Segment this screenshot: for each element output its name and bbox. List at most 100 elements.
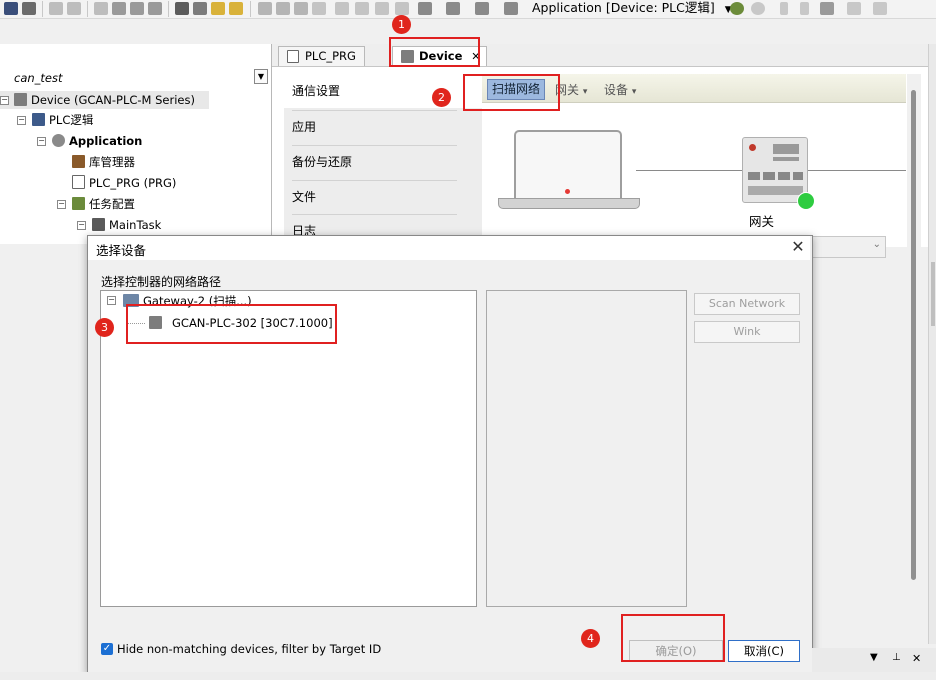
plc-logic-icon [32, 113, 45, 126]
status-strip [0, 672, 936, 680]
logout-icon[interactable] [276, 2, 290, 15]
reset-icon[interactable] [820, 2, 834, 15]
paste-icon[interactable] [130, 2, 144, 15]
annotation-badge-1: 1 [392, 15, 411, 34]
chevron-down-icon: ▾ [631, 87, 637, 97]
tree-item-task-config[interactable]: − 任务配置 [0, 195, 135, 213]
tree-item-application[interactable]: − Application [0, 132, 142, 150]
application-gear-icon [52, 134, 65, 147]
tree-item-library-manager[interactable]: 库管理器 [0, 153, 135, 171]
login-icon[interactable] [258, 2, 272, 15]
step-icon[interactable] [312, 2, 326, 15]
gateway-device-icon[interactable] [742, 137, 808, 203]
task-icon [92, 218, 105, 231]
annotation-box-ok-button [621, 614, 725, 662]
tree-item-main-task[interactable]: − MainTask [0, 216, 161, 234]
annotation-box-device-node [126, 304, 337, 344]
collapse-icon[interactable]: − [37, 137, 46, 146]
wink-button[interactable]: Wink [694, 321, 800, 343]
pin-icon[interactable]: ⊥ [892, 652, 901, 663]
devices-tree: can_test ▼ − Device (GCAN-PLC-M Series) … [0, 44, 272, 244]
layout-icon[interactable] [446, 2, 460, 15]
collapse-icon[interactable]: − [107, 296, 116, 305]
main-toolbar: Application [Device: PLC逻辑] ▼ [0, 0, 936, 19]
close-icon[interactable]: ✕ [912, 652, 921, 665]
chevron-down-icon[interactable]: ▼ [254, 69, 268, 84]
active-application-combo[interactable]: Application [Device: PLC逻辑] ▼ [532, 0, 732, 17]
build-icon[interactable] [229, 2, 243, 15]
annotation-badge-4: 4 [581, 629, 600, 648]
gateway-label: 网关 [749, 214, 775, 229]
tree-item-device[interactable]: − Device (GCAN-PLC-M Series) [0, 91, 209, 109]
laptop-base-icon [498, 198, 640, 209]
library-icon [72, 155, 85, 168]
print-icon[interactable] [22, 2, 36, 15]
annotation-badge-2: 2 [432, 88, 451, 107]
chevron-down-icon[interactable]: ▼ [870, 652, 878, 663]
device-dropdown-label: 设备 [604, 83, 629, 97]
replace-icon[interactable] [193, 2, 207, 15]
online-icon[interactable] [294, 2, 308, 15]
cut-icon[interactable] [94, 2, 108, 15]
stop-icon[interactable] [800, 2, 809, 15]
collapse-icon[interactable]: − [17, 116, 26, 125]
device-label: Device (GCAN-PLC-M Series) [31, 93, 195, 107]
plc-prg-label: PLC_PRG (PRG) [89, 176, 177, 190]
tree-item-plc-logic[interactable]: − PLC逻辑 [0, 111, 93, 129]
panel-edge [928, 44, 936, 644]
save-icon[interactable] [4, 2, 18, 15]
copy-icon[interactable] [112, 2, 126, 15]
panel-splitter-handle[interactable] [931, 262, 935, 326]
hide-nonmatching-checkbox[interactable]: ✓ [101, 643, 113, 655]
step-out-icon[interactable] [873, 2, 887, 15]
device-icon[interactable] [504, 2, 518, 15]
tab-plc-prg[interactable]: PLC_PRG [278, 46, 365, 66]
chevron-down-icon: ▾ [582, 87, 588, 97]
watch-icon[interactable] [375, 2, 389, 15]
program-icon [72, 175, 85, 189]
annotation-badge-3: 3 [95, 318, 114, 337]
collapse-icon[interactable]: − [0, 96, 9, 105]
nav-backup-restore[interactable]: 备份与还原 [284, 145, 482, 179]
new-file-icon[interactable] [475, 2, 489, 15]
scan-network-dialog-button[interactable]: Scan Network [694, 293, 800, 315]
dialog-close-button[interactable]: ✕ [788, 237, 808, 257]
gear-disabled-icon[interactable] [751, 2, 765, 15]
task-config-icon [72, 197, 85, 210]
delete-icon[interactable] [148, 2, 162, 15]
undo-icon[interactable] [49, 2, 63, 15]
tab-label: PLC_PRG [305, 49, 356, 63]
network-path-label: 选择控制器的网络路径 [101, 275, 222, 289]
nav-files[interactable]: 文件 [284, 180, 482, 214]
monitor-icon[interactable] [355, 2, 369, 15]
window-icon[interactable] [418, 2, 432, 15]
gateway-combo[interactable]: ⌄ [808, 236, 886, 258]
prepare-icon[interactable] [395, 2, 409, 15]
collapse-icon[interactable]: − [57, 200, 66, 209]
step-into-icon[interactable] [847, 2, 861, 15]
breakpoint-icon[interactable] [335, 2, 349, 15]
dialog-title: 选择设备 [96, 243, 147, 258]
gear-icon[interactable] [730, 2, 744, 15]
editor-scrollbar-thumb[interactable] [911, 90, 916, 580]
redo-icon[interactable] [67, 2, 81, 15]
project-label: can_test [14, 71, 63, 85]
find-icon[interactable] [175, 2, 189, 15]
tree-item-plc-prg[interactable]: PLC_PRG (PRG) [0, 174, 176, 192]
device-dropdown[interactable]: 设备 ▾ [604, 81, 636, 98]
editor-tab-strip: PLC_PRG Device ✕ [272, 44, 936, 67]
main-task-label: MainTask [109, 218, 162, 232]
tree-item-project[interactable]: can_test [0, 69, 63, 87]
collapse-icon[interactable]: − [77, 221, 86, 230]
cancel-button[interactable]: 取消(C) [728, 640, 800, 662]
nav-communication-settings[interactable]: 通信设置 [284, 74, 482, 108]
library-manager-label: 库管理器 [89, 155, 135, 169]
plc-device-icon [14, 93, 27, 106]
active-application-label: Application [Device: PLC逻辑] [532, 0, 715, 15]
annotation-box-device-tab [389, 37, 480, 67]
nav-applications[interactable]: 应用 [284, 110, 482, 144]
device-info-panel [486, 290, 687, 607]
run-icon[interactable] [780, 2, 788, 15]
laptop-status-dot [565, 189, 570, 194]
bookmark-icon[interactable] [211, 2, 225, 15]
